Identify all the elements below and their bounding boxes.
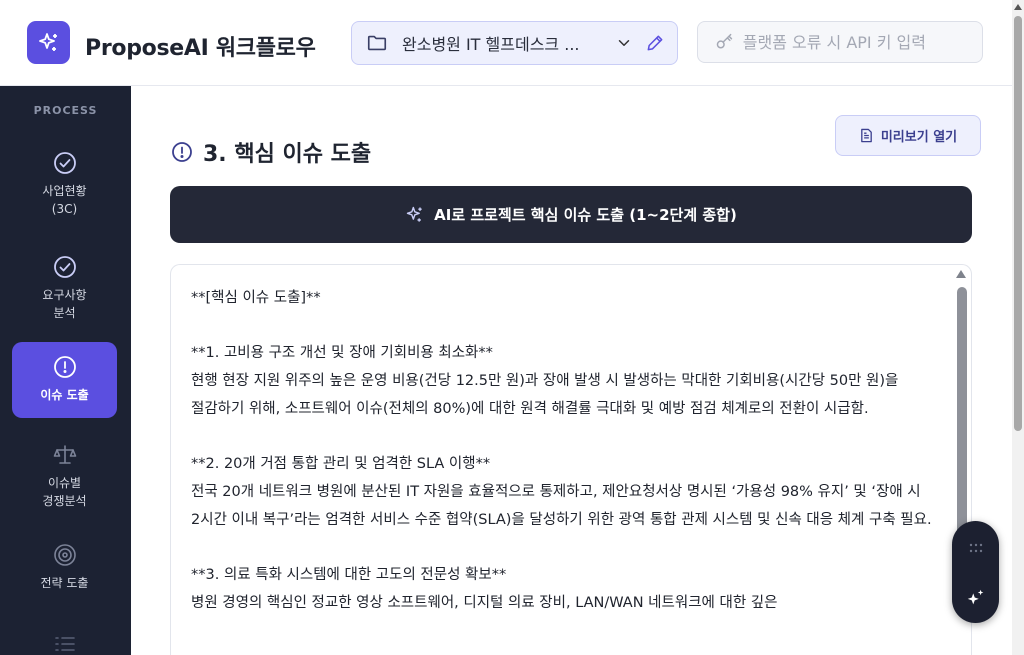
project-selector[interactable]: 완소병원 IT 헬프데스크 ... (351, 21, 678, 65)
check-circle-icon (53, 152, 76, 174)
sidebar-item-label: 분석 (53, 306, 76, 320)
sidebar-item-label: (3C) (51, 202, 78, 216)
alert-circle-icon (53, 356, 76, 378)
page-title: 3. 핵심 이슈 도출 (203, 142, 372, 167)
key-icon (716, 33, 733, 49)
preview-button-label: 미리보기 열기 (880, 130, 958, 145)
top-header: ProposeAI 워크플로우 완소병원 IT 헬프데스크 ... (0, 0, 1012, 86)
sidebar-item-issue-derivation[interactable]: 이슈 도출 (12, 342, 117, 418)
ai-button-label: AI로 프로젝트 핵심 이슈 도출 (1~2단계 종합) (434, 206, 737, 224)
drag-handle-icon[interactable] (969, 543, 983, 553)
sidebar-item-label: 이슈별 (47, 476, 82, 490)
page-title-row: 3. 핵심 이슈 도출 (171, 136, 371, 168)
scale-icon (53, 445, 76, 464)
alert-circle-icon (172, 142, 192, 162)
editor-content[interactable]: **[핵심 이슈 도출]** **1. 고비용 구조 개선 및 장애 기회비용 … (191, 285, 951, 617)
floating-assistant-widget[interactable] (952, 521, 999, 623)
window-scrollbar[interactable] (1012, 0, 1024, 655)
sidebar-item-strategy[interactable]: 전략 도출 (12, 542, 117, 598)
target-icon (53, 544, 76, 566)
check-circle-icon (53, 256, 76, 278)
sidebar-item-competitive-analysis[interactable]: 이슈별 경쟁분석 (12, 442, 117, 512)
editor-scroll-up-arrow[interactable] (956, 270, 966, 278)
app-title: ProposeAI 워크플로우 (85, 36, 316, 61)
sparkle-icon[interactable] (965, 587, 987, 609)
app-window: ProposeAI 워크플로우 완소병원 IT 헬프데스크 ... PROCES… (0, 0, 1012, 655)
sidebar-item-label: 이슈 도출 (40, 388, 89, 402)
api-key-field[interactable] (697, 21, 983, 63)
sidebar-item-label: 요구사항 (42, 288, 87, 302)
process-sidebar: PROCESS 사업현황 (3C) 요구사항 분석 이슈 도출 이슈별 경쟁분석… (0, 86, 131, 655)
list-icon[interactable] (53, 634, 77, 655)
folder-icon (367, 35, 387, 51)
edit-pencil-icon[interactable] (645, 33, 665, 53)
sidebar-item-label: 전략 도출 (40, 576, 89, 590)
sparkle-logo-icon (38, 32, 57, 51)
sidebar-item-label: 경쟁분석 (42, 494, 87, 508)
chevron-down-icon[interactable] (615, 34, 633, 52)
sidebar-item-requirements[interactable]: 요구사항 분석 (12, 254, 117, 324)
window-scrollbar-thumb[interactable] (1014, 16, 1022, 431)
sidebar-item-label: 사업현황 (42, 184, 87, 198)
api-key-input[interactable] (742, 32, 970, 52)
logo (27, 21, 70, 64)
document-icon (861, 128, 872, 143)
sidebar-item-business-status[interactable]: 사업현황 (3C) (12, 150, 117, 220)
main-content: 3. 핵심 이슈 도출 미리보기 열기 AI로 프로젝트 핵심 이슈 도출 (1… (131, 86, 1012, 655)
issue-text-editor[interactable]: **[핵심 이슈 도출]** **1. 고비용 구조 개선 및 장애 기회비용 … (170, 264, 972, 655)
ai-derive-issues-button[interactable]: AI로 프로젝트 핵심 이슈 도출 (1~2단계 종합) (170, 186, 972, 243)
sparkle-icon (406, 206, 422, 222)
open-preview-button[interactable]: 미리보기 열기 (835, 115, 981, 156)
sidebar-heading: PROCESS (33, 104, 98, 117)
window-scroll-up-arrow[interactable] (1014, 4, 1022, 10)
project-name: 완소병원 IT 헬프데스크 ... (402, 35, 580, 54)
